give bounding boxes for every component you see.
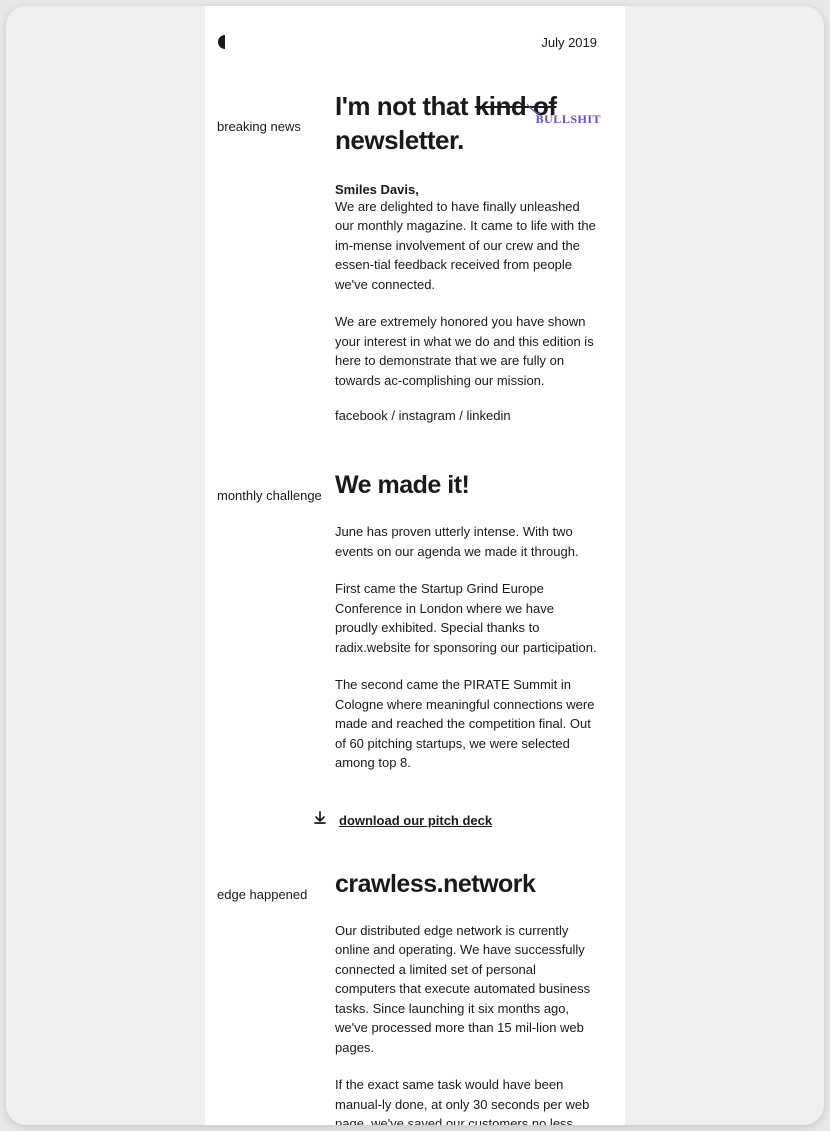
social-links: facebook / instagram / linkedin <box>335 408 597 423</box>
sidebar-label-monthly: monthly challenge <box>217 471 335 791</box>
monthly-para-3: The second came the PIRATE Summit in Col… <box>335 675 597 773</box>
facebook-link[interactable]: facebook <box>335 408 388 423</box>
newsletter-card: July 2019 breaking news I'm not that kin… <box>6 6 824 1125</box>
headline-text-2: newsletter. <box>335 125 464 155</box>
download-pitch-deck-link[interactable]: download our pitch deck <box>339 813 492 828</box>
content-column: July 2019 breaking news I'm not that kin… <box>205 6 625 1125</box>
headline-main: I'm not that kind of newsletter. BULLSHI… <box>335 90 597 158</box>
sidebar-label-edge: edge happened <box>217 870 335 1125</box>
headline-made-it: We made it! <box>335 471 597 500</box>
greeting: Smiles Davis, <box>335 182 597 197</box>
instagram-link[interactable]: instagram <box>399 408 456 423</box>
download-icon <box>313 811 339 830</box>
section-monthly-challenge: monthly challenge We made it! June has p… <box>205 471 625 791</box>
monthly-para-1: June has proven utterly intense. With tw… <box>335 522 597 561</box>
sidebar-label-breaking: breaking news <box>217 90 335 423</box>
section-content: crawless.network Our distributed edge ne… <box>335 870 597 1125</box>
download-row: download our pitch deck <box>205 811 625 830</box>
section-content: I'm not that kind of newsletter. BULLSHI… <box>335 90 597 423</box>
monthly-para-2: First came the Startup Grind Europe Conf… <box>335 579 597 657</box>
header-row: July 2019 <box>205 34 625 90</box>
linkedin-link[interactable]: linkedin <box>467 408 511 423</box>
intro-para-2: We are extremely honored you have shown … <box>335 312 597 390</box>
handwritten-annotation: BULLSHIT <box>536 112 601 128</box>
intro-para-1: We are delighted to have finally unleash… <box>335 197 597 295</box>
issue-date: July 2019 <box>541 35 597 50</box>
section-edge-happened: edge happened crawless.network Our distr… <box>205 870 625 1125</box>
logo-icon <box>217 34 233 50</box>
headline-crawless: crawless.network <box>335 870 597 899</box>
headline-text-1: I'm not that <box>335 91 475 121</box>
edge-para-2: If the exact same task would have been m… <box>335 1075 597 1125</box>
section-content: We made it! June has proven utterly inte… <box>335 471 597 791</box>
edge-para-1: Our distributed edge network is currentl… <box>335 921 597 1058</box>
section-breaking-news: breaking news I'm not that kind of newsl… <box>205 90 625 423</box>
